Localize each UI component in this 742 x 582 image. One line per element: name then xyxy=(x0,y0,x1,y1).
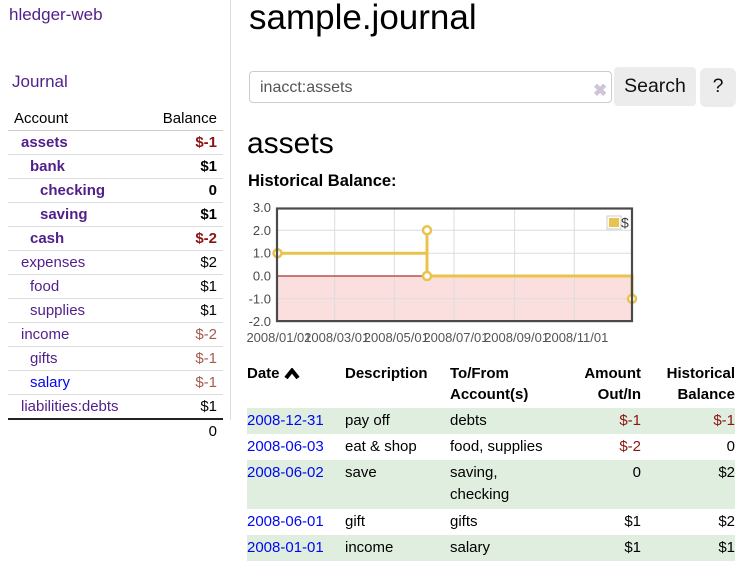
svg-text:1.0: 1.0 xyxy=(253,246,271,261)
svg-text:2008/03/01: 2008/03/01 xyxy=(304,330,369,345)
svg-text:-1.0: -1.0 xyxy=(249,291,271,306)
svg-text:0.0: 0.0 xyxy=(253,269,271,284)
svg-text:3.0: 3.0 xyxy=(253,200,271,215)
svg-text:2008/01/01: 2008/01/01 xyxy=(246,330,311,345)
svg-text:2.0: 2.0 xyxy=(253,223,271,238)
svg-text:$: $ xyxy=(621,215,629,231)
svg-text:2008/09/01: 2008/09/01 xyxy=(484,330,549,345)
svg-text:2008/05/01: 2008/05/01 xyxy=(364,330,429,345)
svg-text:2008/07/01: 2008/07/01 xyxy=(423,330,488,345)
svg-text:-2.0: -2.0 xyxy=(249,314,271,329)
svg-text:2008/11/01: 2008/11/01 xyxy=(544,330,608,345)
